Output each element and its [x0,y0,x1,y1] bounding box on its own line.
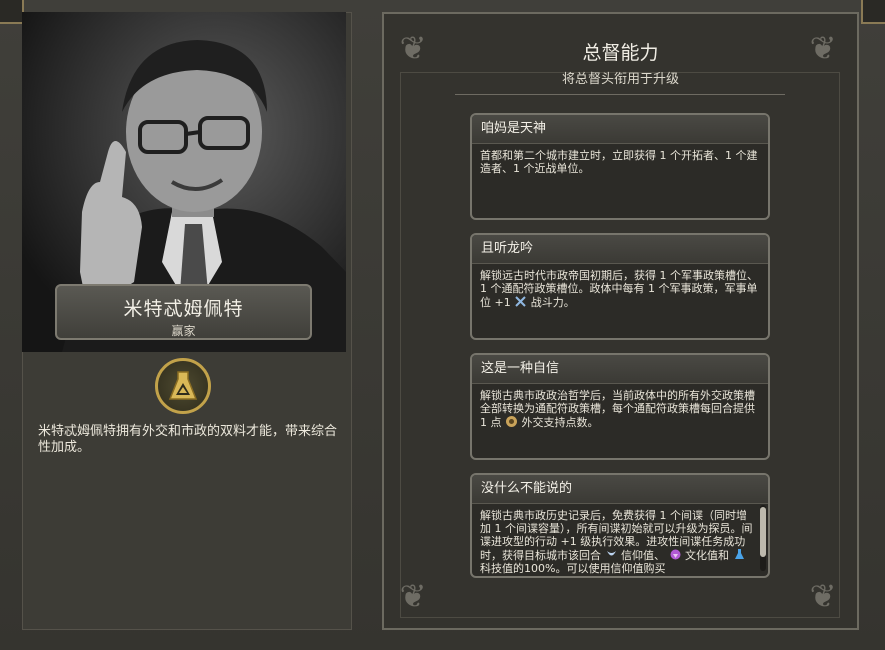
promotion-description: 首都和第二个城市建立时，立即获得 1 个开拓者、1 个建造者、1 个近战单位。 [472,144,768,175]
promotion-description-text: 首都和第二个城市建立时，立即获得 1 个开拓者、1 个建造者、1 个近战单位。 [480,149,758,175]
promotion-card[interactable]: 咱妈是天神 首都和第二个城市建立时，立即获得 1 个开拓者、1 个建造者、1 个… [470,113,770,220]
flourish-bottom-right-icon: ❦ [809,577,837,615]
promotion-card[interactable]: 没什么不能说的 解锁古典市政历史记录后，免费获得 1 个间谍（同时增加 1 个间… [470,473,770,578]
promotion-description: 解锁古典市政政治哲学后，当前政体中的所有外交政策槽全部转换为通配符政策槽，每个通… [472,384,768,429]
promotion-card[interactable]: 且听龙吟 解锁远古时代市政帝国初期后，获得 1 个军事政策槽位、1 个通配符政策… [470,233,770,340]
triangle-flask-icon [155,358,211,414]
leader-name-plate: 米特忒姆佩特 赢家 [55,284,312,340]
promotion-description-text: 科技值的100%。可以使用信仰值购买 [480,562,666,575]
culture-icon [670,549,680,560]
promotion-description: 解锁古典市政历史记录后，免费获得 1 个间谍（同时增加 1 个间谍容量），所有间… [472,504,768,576]
leader-name: 米特忒姆佩特 [123,298,244,320]
corner-ornament-left [0,0,24,24]
title-divider [455,94,785,95]
promotion-description-text: 文化值和 [685,549,729,562]
promotion-description: 解锁远古时代市政帝国初期后，获得 1 个军事政策槽位、1 个通配符政策槽位。政体… [472,264,768,309]
flourish-bottom-left-icon: ❦ [399,577,427,615]
leader-title: 赢家 [171,324,196,338]
panel-title: 总督能力 [582,42,659,64]
promotion-description-text: 信仰值、 [621,549,665,562]
promotion-card[interactable]: 这是一种自信 解锁古典市政政治哲学后，当前政体中的所有外交政策槽全部转换为通配符… [470,353,770,460]
diplomatic-favor-icon [506,416,517,427]
promotion-title: 咱妈是天神 [472,115,768,144]
promotion-description-text: 战斗力。 [530,296,575,309]
leader-ability-description: 米特忒姆佩特拥有外交和市政的双料才能，带来综合性加成。 [38,424,338,455]
promotion-description-text: 外交支持点数。 [521,416,599,429]
promotion-title: 没什么不能说的 [472,475,768,504]
promotion-title: 这是一种自信 [472,355,768,384]
panel-subtitle: 将总督头衔用于升级 [561,72,679,87]
promotion-title: 且听龙吟 [472,235,768,264]
science-icon [734,549,744,559]
faith-icon [606,551,616,556]
crossed-swords-icon [515,296,526,307]
corner-ornament-right [861,0,885,24]
scroll-thumb[interactable] [760,507,766,557]
description-scrollbar[interactable] [760,505,766,571]
